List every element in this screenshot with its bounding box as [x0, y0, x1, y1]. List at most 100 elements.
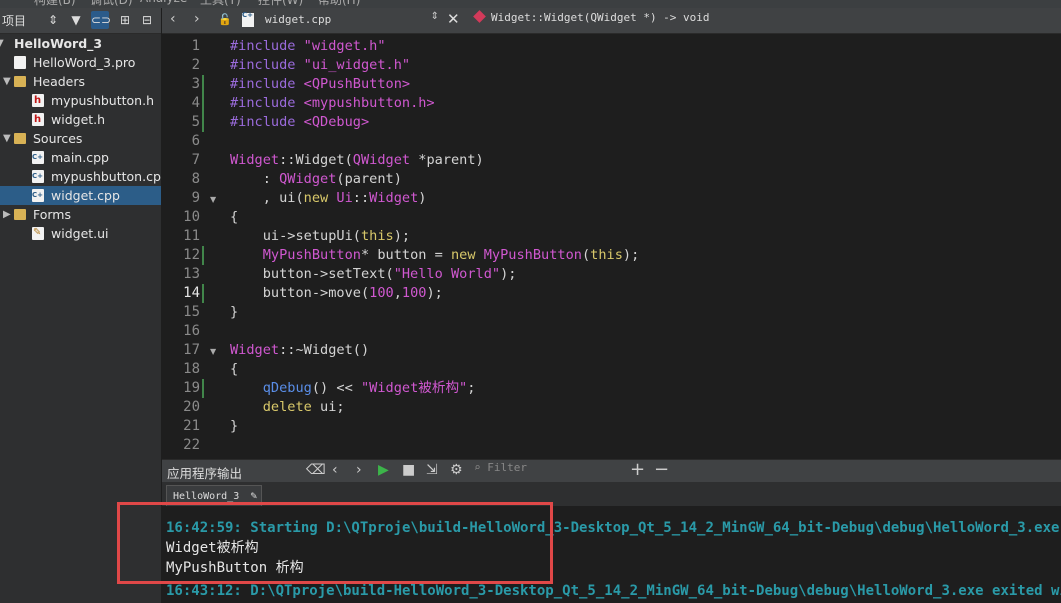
code-token: ui->setupUi(	[230, 228, 361, 244]
code-token: Widget	[295, 152, 345, 168]
close-document-icon[interactable]: ✕	[447, 10, 460, 28]
code-token: <mypushbutton.h>	[303, 95, 435, 111]
minimize-icon[interactable]: −	[654, 459, 669, 480]
code-token: ui;	[311, 399, 345, 415]
back-icon[interactable]: ‹	[170, 11, 176, 27]
code-token: Ui	[336, 190, 353, 206]
code-token: #include	[230, 76, 304, 92]
open-documents-combo[interactable]: widget.cpp ⇕	[239, 10, 441, 30]
cpp-file-icon	[242, 11, 254, 27]
stop-icon[interactable]: ■	[402, 462, 415, 478]
code-line: Widget::~Widget()	[230, 341, 369, 360]
tree-item[interactable]: main.cpp	[0, 148, 161, 167]
code-line: : QWidget(parent)	[230, 170, 402, 189]
fold-arrow-icon[interactable]: ▼	[210, 195, 216, 204]
line-number: 6	[191, 133, 200, 149]
tree-item[interactable]: widget.h	[0, 110, 161, 129]
code-line: #include <QDebug>	[230, 113, 369, 132]
settings-icon[interactable]: ⚙	[450, 462, 463, 478]
line-number: 18	[183, 361, 200, 377]
tree-item-label: mypushbutton.cpp	[51, 169, 169, 184]
expanded-arrow-icon[interactable]: ▼	[3, 129, 11, 148]
cpp-file-icon	[32, 167, 44, 186]
broom-icon[interactable]: ⌫	[306, 462, 326, 478]
link-icon[interactable]: ⊂⊃	[91, 11, 111, 29]
add-icon[interactable]: +	[630, 459, 645, 480]
tree-item-label: main.cpp	[51, 150, 109, 165]
code-line: delete ui;	[230, 398, 345, 417]
sort-icon[interactable]: ⇕	[44, 11, 62, 29]
code-token: , ui(	[230, 190, 304, 206]
line-number: 16	[183, 323, 200, 339]
run-icon[interactable]: ▶	[378, 462, 389, 478]
menu-item[interactable]: 构建(B)	[34, 0, 76, 8]
attach-debugger-icon[interactable]: ⇲	[426, 462, 438, 478]
change-marker	[202, 246, 204, 265]
forward-icon[interactable]: ›	[194, 11, 200, 27]
code-token: MyPushButton	[483, 247, 582, 263]
tree-item-label: HelloWord_3	[14, 36, 103, 51]
line-number: 8	[191, 171, 200, 187]
close-panel-icon[interactable]: ⊟	[138, 11, 156, 29]
symbol-combo[interactable]: Widget::Widget(QWidget *) -> void	[473, 10, 710, 24]
line-number: 15	[183, 304, 200, 320]
fold-arrow-icon[interactable]: ▼	[210, 347, 216, 356]
tree-item[interactable]: ▼ Headers	[0, 72, 161, 91]
line-number-gutter: 1 2 3 4 5 6 7 8 9 ▼ 10 11 12 13 14 15 16 17 ▼ 18 19 20 21 22	[162, 34, 224, 458]
menu-item[interactable]: 控件(W)	[258, 0, 303, 8]
code-editor[interactable]: #include "widget.h" #include "ui_widget.h…	[230, 37, 1061, 457]
line-number: 4	[191, 95, 200, 111]
tree-item[interactable]: ▶ Forms	[0, 205, 161, 224]
code-line: ui->setupUi(this);	[230, 227, 410, 246]
menu-item[interactable]: 调试(D)	[90, 0, 133, 8]
line-number: 1	[191, 38, 200, 54]
tree-item[interactable]: ▼ HelloWord_3	[0, 34, 161, 53]
expanded-arrow-icon[interactable]: ▼	[3, 72, 11, 91]
code-token: (	[344, 152, 353, 168]
filter-placeholder: Filter	[487, 461, 527, 474]
menu-item[interactable]: 工具(T)	[200, 0, 241, 8]
tree-item[interactable]: widget.cpp	[0, 186, 161, 205]
tree-item[interactable]: mypushbutton.h	[0, 91, 161, 110]
tree-item[interactable]: HelloWord_3.pro	[0, 53, 161, 72]
tree-item-label: mypushbutton.h	[51, 93, 154, 108]
folder-icon	[14, 209, 26, 220]
code-token: {	[230, 361, 239, 377]
tree-item[interactable]: widget.ui	[0, 223, 161, 243]
chevron-updown-icon: ⇕	[430, 11, 439, 22]
code-token: Widget	[230, 342, 280, 358]
code-token: ;	[467, 380, 476, 396]
line-number: 3	[191, 76, 200, 92]
prev-icon[interactable]: ‹	[332, 462, 338, 478]
tree-item[interactable]: mypushbutton.cpp	[0, 167, 169, 186]
next-icon[interactable]: ›	[356, 462, 362, 478]
highlight-box	[117, 502, 553, 584]
line-number: 7	[191, 152, 200, 168]
filter-input[interactable]: ⌕ Filter	[474, 461, 624, 479]
code-token: new	[303, 190, 329, 206]
split-icon[interactable]: ⊞	[116, 11, 134, 29]
menu-item[interactable]: Analyze	[140, 0, 187, 5]
line-number: 20	[183, 399, 200, 415]
expanded-arrow-icon[interactable]: ▼	[0, 34, 4, 53]
code-token: ()	[352, 342, 370, 358]
code-token: Widget	[369, 190, 419, 206]
line-number: 21	[183, 418, 200, 434]
menu-item[interactable]: 帮助(H)	[318, 0, 360, 8]
code-token: MyPushButton	[262, 247, 361, 263]
change-marker	[202, 379, 204, 398]
code-line: Widget::Widget(QWidget *parent)	[230, 151, 484, 170]
ui-file-icon	[32, 223, 44, 242]
current-symbol: Widget::Widget(QWidget *) -> void	[491, 11, 710, 24]
filter-icon[interactable]: ▼	[67, 11, 85, 29]
output-pane-toolbar: 应用程序输出 ⌫ ‹ › ▶ ■ ⇲ ⚙ ⌕ Filter + −	[162, 459, 1061, 482]
code-token: #include	[230, 95, 304, 111]
output-tab-label: HelloWord_3	[173, 491, 240, 502]
code-token: Widget	[303, 342, 353, 358]
code-token: 100	[401, 285, 427, 301]
tree-item[interactable]: ▼ Sources	[0, 129, 161, 148]
collapsed-arrow-icon[interactable]: ▶	[3, 205, 11, 224]
